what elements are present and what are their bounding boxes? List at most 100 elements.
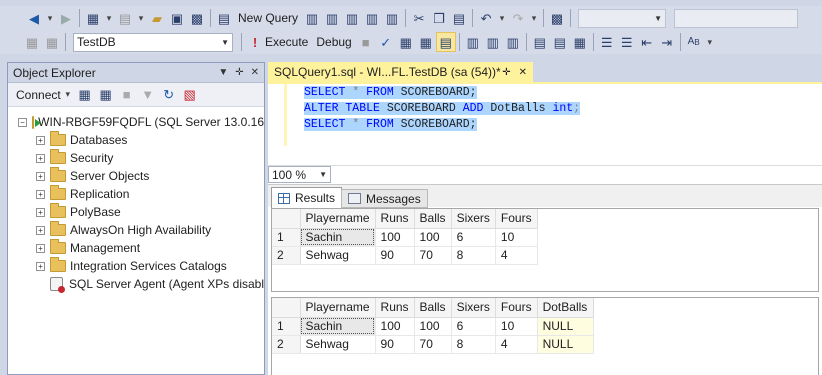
results-to-text-icon[interactable]: ▤ — [530, 32, 550, 52]
column-header[interactable]: Balls — [414, 298, 452, 318]
row-number[interactable]: 2 — [272, 335, 301, 354]
open-folder-icon[interactable]: ▰ — [147, 8, 167, 28]
indent-icon[interactable]: ⇥ — [657, 32, 677, 52]
table-cell[interactable]: 8 — [451, 335, 496, 354]
tree-node-alwayson[interactable]: + AlwaysOn High Availability — [8, 221, 264, 239]
back-icon[interactable]: ◀ — [24, 8, 44, 28]
expand-icon[interactable]: + — [36, 135, 45, 145]
table-row[interactable]: 1 Sachin 100 100 6 10 NULL — [272, 317, 594, 336]
mdx-query-icon[interactable]: ▥ — [322, 8, 342, 28]
forward-icon[interactable]: ▶ — [56, 8, 76, 28]
pin-icon[interactable]: ✛ — [235, 67, 243, 78]
database-select[interactable]: TestDB ▼ — [73, 32, 233, 52]
save-all-icon[interactable]: ▩ — [187, 8, 207, 28]
dropdown-arrow-icon[interactable]: ▾ — [496, 8, 508, 28]
table-cell[interactable]: 70 — [414, 246, 452, 265]
column-header[interactable]: DotBalls — [537, 298, 594, 318]
table-cell[interactable]: 6 — [451, 228, 496, 247]
column-header[interactable]: Runs — [375, 209, 415, 229]
activity-monitor-icon[interactable]: ▩ — [547, 8, 567, 28]
comment-icon[interactable]: ☰ — [597, 32, 617, 52]
panel-menu-icon[interactable]: ▼ — [218, 67, 228, 78]
row-number[interactable]: 1 — [272, 317, 301, 336]
table-row[interactable]: 2 Sehwag 90 70 8 4 — [272, 246, 538, 265]
tree-node-integration-services[interactable]: + Integration Services Catalogs — [8, 257, 264, 275]
filter-icon[interactable]: ▼ — [138, 85, 158, 105]
table-cell[interactable]: Sachin — [300, 228, 376, 247]
database-engine-query-icon[interactable]: ▥ — [302, 8, 322, 28]
tree-node-server-objects[interactable]: + Server Objects — [8, 167, 264, 185]
outdent-icon[interactable]: ⇤ — [637, 32, 657, 52]
tree-node-polybase[interactable]: + PolyBase — [8, 203, 264, 221]
column-header[interactable]: Playername — [300, 209, 376, 229]
expand-icon[interactable]: + — [36, 261, 45, 271]
tree-node-management[interactable]: + Management — [8, 239, 264, 257]
add-item-icon[interactable]: ▤ — [115, 8, 135, 28]
table-row[interactable]: 2 Sehwag 90 70 8 4 NULL — [272, 335, 594, 354]
dropdown-arrow-icon[interactable]: ▾ — [44, 8, 56, 28]
tab-messages[interactable]: Messages — [341, 189, 428, 208]
new-project-icon[interactable]: ▦ — [83, 8, 103, 28]
save-icon[interactable]: ▣ — [167, 8, 187, 28]
table-cell[interactable]: 90 — [375, 335, 415, 354]
query-designer-icon[interactable]: ▦ — [416, 32, 436, 52]
column-header[interactable]: Playername — [300, 298, 376, 318]
expand-icon[interactable]: + — [36, 207, 45, 217]
tree-node-security[interactable]: + Security — [8, 149, 264, 167]
row-number[interactable]: 1 — [272, 228, 301, 247]
solution-config-combo[interactable]: ▼ — [578, 8, 667, 28]
debug-button[interactable]: Debug — [312, 35, 355, 49]
table-cell[interactable]: 100 — [414, 317, 452, 336]
results-grid-icon[interactable]: ▦ — [570, 32, 590, 52]
client-stats-icon[interactable]: ▥ — [503, 32, 523, 52]
stop-icon[interactable]: ■ — [356, 32, 376, 52]
analysis-query-icon[interactable]: ▥ — [382, 8, 402, 28]
dmx-query-icon[interactable]: ▥ — [342, 8, 362, 28]
column-header[interactable]: Sixers — [451, 209, 496, 229]
expand-icon[interactable]: + — [36, 153, 45, 163]
refresh-icon[interactable]: ↻ — [159, 85, 179, 105]
pin-icon[interactable]: ✛ — [502, 67, 510, 78]
query-tab[interactable]: SQLQuery1.sql - WI...FL.TestDB (sa (54))… — [268, 62, 533, 82]
tree-node-replication[interactable]: + Replication — [8, 185, 264, 203]
null-cell[interactable]: NULL — [537, 335, 594, 354]
dropdown-arrow-icon[interactable]: ▾ — [528, 8, 540, 28]
table-cell[interactable]: 8 — [451, 246, 496, 265]
undo-icon[interactable]: ↶ — [476, 8, 496, 28]
column-header[interactable]: Runs — [375, 298, 415, 318]
tree-node-sql-agent[interactable]: SQL Server Agent (Agent XPs disabl — [8, 275, 264, 293]
connect-button[interactable]: Connect — [14, 88, 61, 102]
tree-node-server[interactable]: − WIN-RBGF59FQDFL (SQL Server 13.0.16 — [8, 113, 264, 131]
activity-monitor-icon[interactable]: ▧ — [180, 85, 200, 105]
column-header[interactable]: Fours — [495, 209, 538, 229]
table-cell[interactable]: 100 — [414, 228, 452, 247]
null-cell[interactable]: NULL — [537, 317, 594, 336]
paste-icon[interactable]: ▤ — [449, 8, 469, 28]
execute-button[interactable]: Execute — [265, 35, 312, 49]
expand-icon[interactable]: + — [36, 225, 45, 235]
sql-code[interactable]: SELECT * FROM SCOREBOARD; ALTER TABLE SC… — [304, 85, 581, 133]
table-cell[interactable]: 70 — [414, 335, 452, 354]
table-cell[interactable]: 100 — [375, 228, 415, 247]
new-query-icon[interactable]: ▤ — [214, 8, 234, 28]
table-cell[interactable]: Sehwag — [300, 246, 376, 265]
tree-node-databases[interactable]: + Databases — [8, 131, 264, 149]
table-cell[interactable]: 10 — [495, 317, 538, 336]
change-connection-icon[interactable]: ▦ — [42, 32, 62, 52]
dropdown-arrow-icon[interactable]: ▾ — [103, 8, 115, 28]
expand-icon[interactable]: + — [36, 243, 45, 253]
cut-icon[interactable]: ✂ — [409, 8, 429, 28]
expand-icon[interactable]: + — [36, 171, 45, 181]
table-cell[interactable]: 90 — [375, 246, 415, 265]
results-to-file-icon[interactable]: ▤ — [550, 32, 570, 52]
xmla-query-icon[interactable]: ▥ — [362, 8, 382, 28]
column-header[interactable]: Balls — [414, 209, 452, 229]
live-stats-icon[interactable]: ▥ — [483, 32, 503, 52]
column-header[interactable]: Fours — [495, 298, 538, 318]
redo-icon[interactable]: ↷ — [508, 8, 528, 28]
disconnect-icon[interactable]: ▦ — [96, 85, 116, 105]
include-plan-icon[interactable]: ▥ — [463, 32, 483, 52]
stop-icon[interactable]: ■ — [117, 85, 137, 105]
close-icon[interactable]: ✕ — [251, 67, 259, 78]
uncomment-icon[interactable]: ☰ — [617, 32, 637, 52]
